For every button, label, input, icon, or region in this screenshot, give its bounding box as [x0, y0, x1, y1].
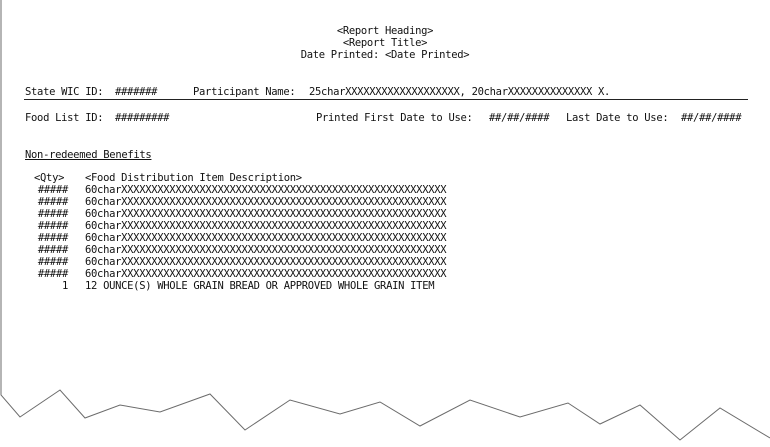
participant-name-value: 25charXXXXXXXXXXXXXXXXXXX, 20charXXXXXXX…: [309, 86, 611, 98]
state-wic-id-label: State WIC ID:: [25, 86, 104, 98]
description-cell: 12 OUNCE(S) WHOLE GRAIN BREAD OR APPROVE…: [85, 280, 435, 292]
description-cell: 60charXXXXXXXXXXXXXXXXXXXXXXXXXXXXXXXXXX…: [85, 184, 447, 196]
table-row: ##### 60charXXXXXXXXXXXXXXXXXXXXXXXXXXXX…: [34, 268, 447, 280]
last-date-label: Last Date to Use:: [566, 112, 669, 124]
description-cell: 60charXXXXXXXXXXXXXXXXXXXXXXXXXXXXXXXXXX…: [85, 268, 447, 280]
header-divider: [24, 99, 748, 100]
qty-cell: 1: [61, 280, 68, 292]
table-row: ##### 60charXXXXXXXXXXXXXXXXXXXXXXXXXXXX…: [34, 196, 447, 208]
description-cell: 60charXXXXXXXXXXXXXXXXXXXXXXXXXXXXXXXXXX…: [85, 196, 447, 208]
qty-column-header: <Qty>: [34, 172, 65, 184]
description-cell: 60charXXXXXXXXXXXXXXXXXXXXXXXXXXXXXXXXXX…: [85, 232, 447, 244]
qty-cell: #####: [37, 232, 68, 244]
benefits-table: <Qty> <Food Distribution Item Descriptio…: [34, 172, 447, 292]
table-header-row: <Qty> <Food Distribution Item Descriptio…: [34, 172, 446, 184]
table-row: 1 12 OUNCE(S) WHOLE GRAIN BREAD OR APPRO…: [34, 280, 446, 292]
table-row: ##### 60charXXXXXXXXXXXXXXXXXXXXXXXXXXXX…: [34, 220, 447, 232]
report-title: <Report Title>: [342, 37, 428, 49]
state-wic-id-value: #######: [115, 86, 158, 98]
description-cell: 60charXXXXXXXXXXXXXXXXXXXXXXXXXXXXXXXXXX…: [85, 244, 447, 256]
qty-cell: #####: [37, 196, 68, 208]
report-heading: <Report Heading>: [336, 25, 434, 37]
last-date-value: ##/##/####: [681, 112, 742, 124]
table-row: ##### 60charXXXXXXXXXXXXXXXXXXXXXXXXXXXX…: [34, 232, 447, 244]
participant-name-label: Participant Name:: [193, 86, 296, 98]
qty-cell: #####: [37, 244, 68, 256]
table-row: ##### 60charXXXXXXXXXXXXXXXXXXXXXXXXXXXX…: [34, 184, 447, 196]
qty-cell: #####: [37, 208, 68, 220]
description-column-header: <Food Distribution Item Description>: [85, 172, 302, 184]
date-printed: Date Printed: <Date Printed>: [300, 49, 470, 61]
description-cell: 60charXXXXXXXXXXXXXXXXXXXXXXXXXXXXXXXXXX…: [85, 208, 447, 220]
table-row: ##### 60charXXXXXXXXXXXXXXXXXXXXXXXXXXXX…: [34, 256, 447, 268]
section-title: Non-redeemed Benefits: [25, 149, 152, 161]
food-list-id-value: #########: [115, 112, 170, 124]
table-row: ##### 60charXXXXXXXXXXXXXXXXXXXXXXXXXXXX…: [34, 244, 447, 256]
qty-cell: #####: [37, 256, 68, 268]
qty-cell: #####: [37, 268, 68, 280]
food-list-id-label: Food List ID:: [25, 112, 104, 124]
description-cell: 60charXXXXXXXXXXXXXXXXXXXXXXXXXXXXXXXXXX…: [85, 220, 447, 232]
qty-cell: #####: [37, 220, 68, 232]
table-row: ##### 60charXXXXXXXXXXXXXXXXXXXXXXXXXXXX…: [34, 208, 447, 220]
first-date-value: ##/##/####: [489, 112, 550, 124]
first-date-label: Printed First Date to Use:: [316, 112, 473, 124]
qty-cell: #####: [37, 184, 68, 196]
description-cell: 60charXXXXXXXXXXXXXXXXXXXXXXXXXXXXXXXXXX…: [85, 256, 447, 268]
